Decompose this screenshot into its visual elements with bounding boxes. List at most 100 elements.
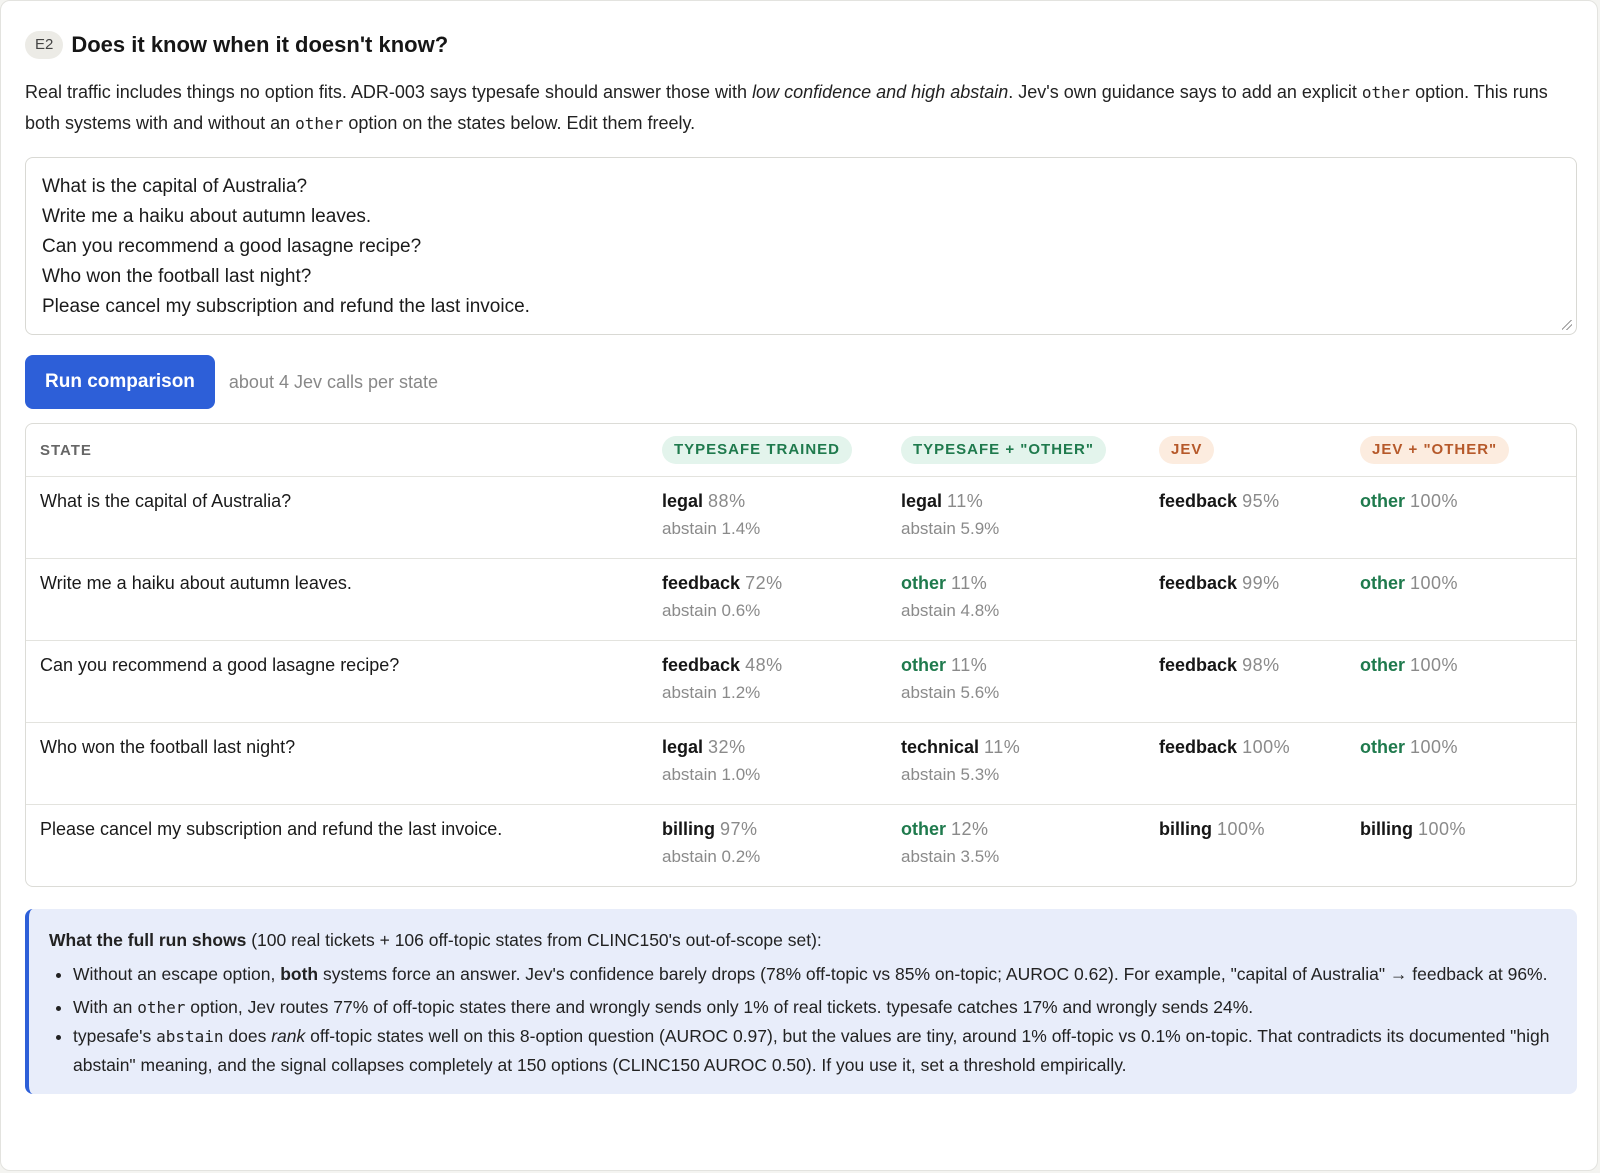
- experiment-card: E2 Does it know when it doesn't know? Re…: [0, 0, 1598, 1171]
- confidence-value: 32%: [708, 737, 746, 757]
- results-table: STATE TYPESAFE TRAINED TYPESAFE + "OTHER…: [25, 423, 1577, 887]
- table-row: Can you recommend a good lasagne recipe?…: [26, 640, 1576, 723]
- prediction-label: other: [1360, 655, 1405, 675]
- cell-state: Write me a haiku about autumn leaves.: [26, 558, 662, 641]
- finding-code: other: [137, 998, 186, 1017]
- confidence-value: 11%: [984, 737, 1021, 757]
- cell-jev: feedback 100%: [1159, 722, 1360, 805]
- finding-bold: both: [280, 964, 319, 984]
- prediction-label: feedback: [1159, 737, 1238, 757]
- abstain-value: abstain 5.9%: [901, 519, 1000, 538]
- cell-typesafe-trained: billing 97% abstain 0.2%: [662, 805, 901, 887]
- cell-typesafe-trained: feedback 72% abstain 0.6%: [662, 558, 901, 641]
- prediction-label: other: [1360, 573, 1405, 593]
- finding-emphasis: rank: [271, 1026, 306, 1046]
- run-hint: about 4 Jev calls per state: [228, 371, 439, 392]
- intro-text: option on the states below. Edit them fr…: [343, 113, 696, 133]
- header-jev-other: JEV + "OTHER": [1360, 424, 1576, 477]
- header-state: STATE: [26, 424, 662, 477]
- confidence-value: 97%: [720, 819, 758, 839]
- confidence-value: 100%: [1418, 819, 1467, 839]
- experiment-content: E2 Does it know when it doesn't know? Re…: [25, 29, 1577, 1094]
- finding-item: With an other option, Jev routes 77% of …: [73, 993, 1557, 1022]
- state-line: Write me a haiku about autumn leaves.: [42, 206, 372, 227]
- cell-jev-other: other 100%: [1360, 558, 1576, 641]
- confidence-value: 100%: [1217, 819, 1266, 839]
- confidence-value: 12%: [951, 819, 989, 839]
- states-textarea[interactable]: What is the capital of Australia? Write …: [25, 157, 1577, 335]
- header-pill: JEV + "OTHER": [1360, 436, 1510, 464]
- abstain-value: abstain 0.2%: [662, 847, 761, 866]
- confidence-value: 11%: [947, 491, 984, 511]
- run-comparison-button[interactable]: Run comparison: [25, 355, 215, 409]
- header-typesafe-trained: TYPESAFE TRAINED: [662, 424, 901, 477]
- cell-jev: feedback 95%: [1159, 476, 1360, 559]
- cell-jev-other: other 100%: [1360, 722, 1576, 805]
- prediction-label: legal: [662, 491, 704, 511]
- confidence-value: 95%: [1242, 491, 1280, 511]
- prediction-label: billing: [662, 819, 715, 839]
- finding-text: does: [223, 1026, 272, 1046]
- header-jev: JEV: [1159, 424, 1360, 477]
- state-line: Please cancel my subscription and refund…: [42, 296, 530, 317]
- intro-emphasis: low confidence and high abstain: [752, 82, 1009, 102]
- abstain-value: abstain 5.6%: [901, 683, 1000, 702]
- section-title: Does it know when it doesn't know?: [71, 32, 449, 57]
- cell-jev: billing 100%: [1159, 805, 1360, 887]
- findings-heading-bold: What the full run shows: [49, 930, 247, 950]
- run-controls: Run comparison about 4 Jev calls per sta…: [25, 355, 1577, 409]
- state-line: What is the capital of Australia?: [42, 176, 308, 197]
- prediction-label: feedback: [662, 655, 741, 675]
- section-header: E2 Does it know when it doesn't know?: [25, 29, 1577, 61]
- abstain-value: abstain 1.0%: [662, 765, 761, 784]
- confidence-value: 100%: [1410, 737, 1459, 757]
- findings-callout: What the full run shows (100 real ticket…: [25, 909, 1577, 1094]
- cell-jev-other: other 100%: [1360, 476, 1576, 559]
- findings-list: Without an escape option, both systems f…: [49, 961, 1557, 1080]
- cell-typesafe-trained: feedback 48% abstain 1.2%: [662, 640, 901, 723]
- finding-text: typesafe's: [73, 1026, 157, 1046]
- confidence-value: 99%: [1242, 573, 1280, 593]
- header-typesafe-other: TYPESAFE + "OTHER": [901, 424, 1159, 477]
- confidence-value: 98%: [1242, 655, 1280, 675]
- cell-state: What is the capital of Australia?: [26, 476, 662, 559]
- cell-typesafe-other: other 11% abstain 4.8%: [901, 558, 1159, 641]
- table-header-row: STATE TYPESAFE TRAINED TYPESAFE + "OTHER…: [26, 424, 1576, 477]
- abstain-value: abstain 4.8%: [901, 601, 1000, 620]
- cell-jev-other: other 100%: [1360, 640, 1576, 723]
- cell-typesafe-other: legal 11% abstain 5.9%: [901, 476, 1159, 559]
- header-pill: JEV: [1159, 436, 1215, 464]
- findings-heading-text: (100 real tickets + 106 off-topic states…: [246, 930, 822, 950]
- prediction-label: other: [901, 655, 946, 675]
- confidence-value: 88%: [708, 491, 746, 511]
- confidence-value: 11%: [951, 573, 988, 593]
- cell-typesafe-other: other 12% abstain 3.5%: [901, 805, 1159, 887]
- cell-jev: feedback 99%: [1159, 558, 1360, 641]
- intro-text: Real traffic includes things no option f…: [25, 82, 753, 102]
- prediction-label: other: [901, 573, 946, 593]
- confidence-value: 100%: [1410, 573, 1459, 593]
- cell-state: Please cancel my subscription and refund…: [40, 819, 503, 839]
- prediction-label: feedback: [662, 573, 741, 593]
- intro-code-other: other: [295, 114, 344, 133]
- finding-text: Without an escape option,: [73, 964, 281, 984]
- confidence-value: 11%: [951, 655, 988, 675]
- abstain-value: abstain 1.2%: [662, 683, 761, 702]
- abstain-value: abstain 1.4%: [662, 519, 761, 538]
- intro-text: . Jev's own guidance says to add an expl…: [1008, 82, 1362, 102]
- finding-item: Without an escape option, both systems f…: [73, 961, 1557, 987]
- finding-text: option, Jev routes 77% of off-topic stat…: [185, 997, 1254, 1017]
- confidence-value: 48%: [745, 655, 783, 675]
- resize-handle-icon[interactable]: [1562, 320, 1572, 330]
- prediction-label: legal: [901, 491, 943, 511]
- table-row: Write me a haiku about autumn leaves. fe…: [26, 558, 1576, 641]
- header-pill: TYPESAFE TRAINED: [662, 436, 853, 464]
- confidence-value: 72%: [745, 573, 783, 593]
- intro-code-other: other: [1361, 83, 1411, 102]
- cell-typesafe-trained: legal 88% abstain 1.4%: [662, 476, 901, 559]
- cell-state: Can you recommend a good lasagne recipe?: [26, 640, 662, 723]
- confidence-value: 100%: [1410, 491, 1459, 511]
- abstain-value: abstain 5.3%: [901, 765, 1000, 784]
- findings-heading: What the full run shows (100 real ticket…: [49, 927, 1557, 953]
- prediction-label: other: [1360, 737, 1405, 757]
